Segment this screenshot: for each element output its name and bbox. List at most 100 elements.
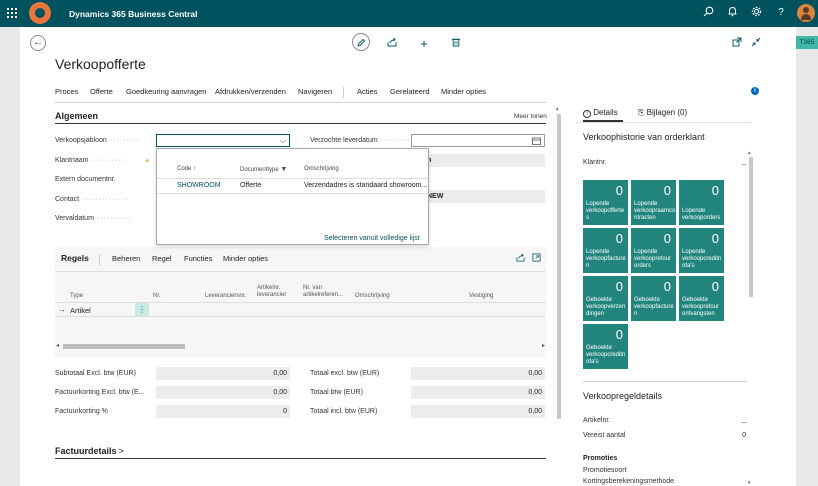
new-plus-icon[interactable]: + — [415, 35, 433, 53]
cue-lopende-retourorders[interactable]: 0 Lopende verkoopretour orders — [631, 228, 676, 273]
cue-geboekte-creditnotas[interactable]: 0 Geboekte verkoopcreditn ota's — [583, 324, 628, 369]
tab-beheren[interactable]: Beheren — [112, 254, 140, 263]
label-totaal-btw: Totaal btw (EUR) — [310, 389, 363, 396]
cue-geboekte-retourontvangsten[interactable]: 0 Geboekte verkoopretour ontvangsten — [679, 276, 724, 321]
label-subtotaal: Subtotaal Excl. btw (EUR) — [55, 370, 136, 377]
label-verzochte-leverdatum: Verzochte leverdatum ··········· — [310, 137, 418, 144]
label-verkoopsjabloon: Verkoopsjabloon ········· — [55, 137, 140, 144]
collapse-icon[interactable] — [747, 35, 765, 53]
main-vertical-scrollbar[interactable]: ▴ — [556, 106, 562, 429]
requested-delivery-date-input[interactable] — [411, 134, 545, 147]
section-underline — [55, 123, 546, 124]
scroll-left-icon: ◂ — [56, 343, 60, 349]
tab-details[interactable]: i Details — [583, 108, 618, 118]
label-vervaldatum: Vervaldatum ··········· — [55, 215, 134, 222]
search-icon[interactable] — [701, 6, 715, 20]
menu-minder-opties[interactable]: Minder opties — [441, 87, 486, 96]
delete-trash-icon[interactable] — [447, 35, 465, 53]
tab-regel[interactable]: Regel — [152, 254, 172, 263]
menu-afdrukken-verzenden[interactable]: Afdrukken/verzenden — [215, 87, 286, 96]
edit-pencil-icon[interactable] — [352, 33, 370, 51]
lines-tab-divider — [99, 254, 100, 265]
help-icon[interactable]: ? — [774, 6, 788, 20]
tab-bijlagen[interactable]: ⎘ Bijlagen (0) — [638, 108, 687, 118]
lookup-col-documenttype[interactable]: Documenttype ▼ — [240, 166, 287, 173]
company-logo-icon — [29, 2, 51, 24]
share-lines-icon[interactable] — [516, 253, 525, 264]
factbox-scroll-up-icon: ▴ — [748, 150, 751, 156]
gear-icon[interactable] — [749, 6, 763, 20]
col-artikelreferentie[interactable]: Nr. van artikelreferen... — [303, 285, 353, 299]
show-more-link[interactable]: Meer tonen — [514, 113, 547, 120]
cue-lopende-verkoopoffertes[interactable]: 0 Lopende verkoopofferte s — [583, 180, 628, 225]
tab-regels[interactable]: Regels — [61, 253, 89, 263]
menu-navigeren[interactable]: Navigeren — [298, 87, 332, 96]
expand-lines-icon[interactable] — [532, 253, 541, 264]
menu-goedkeuring-aanvragen[interactable]: Goedkeuring aanvragen — [126, 87, 206, 96]
col-vestiging[interactable]: Vestiging — [469, 293, 493, 300]
menu-proces[interactable]: Proces — [55, 87, 78, 96]
invoice-discount-pct-value[interactable]: 0 — [156, 405, 290, 418]
back-arrow-icon[interactable]: ← — [30, 35, 46, 51]
item-no-value[interactable]: _ — [742, 416, 746, 423]
template-dropdown[interactable]: ⌵ — [156, 134, 290, 147]
label-kortingsberekeningsmethode: Kortingsberekeningsmethode — [583, 478, 675, 485]
factbox-section-divider — [583, 381, 747, 382]
scroll-thumb[interactable] — [63, 344, 185, 349]
cue-lopende-verkoopfacturen[interactable]: 0 Lopende verkoopfacture n — [583, 228, 628, 273]
menu-offerte[interactable]: Offerte — [90, 87, 113, 96]
label-totaal-incl: Totaal incl. btw (EUR) — [310, 408, 378, 415]
row-more-icon[interactable]: ⋮ — [135, 303, 149, 316]
total-incl-value: 0,00 — [411, 405, 545, 418]
customer-no-value[interactable]: _ — [742, 158, 746, 165]
notification-bell-icon[interactable] — [725, 6, 739, 20]
page-card: ← + Verkoopofferte Proces Offerte Goedke… — [20, 27, 796, 486]
user-avatar[interactable] — [797, 4, 815, 22]
section-underline — [55, 458, 546, 459]
open-new-window-icon[interactable] — [728, 35, 746, 53]
tab-functies[interactable]: Functies — [184, 254, 212, 263]
line-type-cell[interactable]: Artikel — [70, 306, 91, 315]
col-leveranciersnr[interactable]: Leveranciersnr. — [205, 293, 246, 300]
section-factuurdetails[interactable]: Factuurdetails > — [55, 446, 124, 456]
history-title: Verkoophistorie van orderklant — [583, 132, 705, 142]
col-omschrijving[interactable]: Omschrijving — [355, 293, 390, 300]
chevron-right-icon: > — [118, 446, 124, 456]
lookup-col-code[interactable]: Code ↑ — [177, 166, 196, 172]
lookup-col-omschrijving[interactable]: Omschrijving — [304, 166, 339, 172]
page-title: Verkoopofferte — [55, 56, 146, 72]
label-klantnr: Klantnr. — [583, 159, 607, 166]
environment-badge: T365 — [796, 36, 818, 49]
app-launcher-icon[interactable] — [7, 8, 17, 18]
factbox-scroll-down-icon: ▾ — [748, 480, 751, 486]
label-totaal-excl: Totaal excl. btw (EUR) — [310, 370, 380, 377]
cue-lopende-verkooporders[interactable]: 0 Lopende verkooporders — [679, 180, 724, 225]
cue-lopende-creditnotas[interactable]: 0 Lopende verkoopcreditn ota's — [679, 228, 724, 273]
row-divider — [55, 316, 546, 317]
subtotal-value: 0,00 — [156, 367, 290, 380]
invoice-discount-value[interactable]: 0,00 — [156, 386, 290, 399]
vertical-scroll-thumb[interactable] — [557, 114, 561, 419]
menu-gerelateerd[interactable]: Gerelateerd — [390, 87, 430, 96]
cue-lopende-raamcontracten[interactable]: 0 Lopende verkoopraamco ntracten — [631, 180, 676, 225]
info-icon[interactable]: i — [751, 87, 759, 95]
cue-geboekte-facturen[interactable]: 0 Geboekte verkoopfacture n — [631, 276, 676, 321]
lookup-divider — [157, 178, 428, 179]
share-icon[interactable] — [383, 35, 401, 53]
factbox-scrollbar[interactable]: ▴ ▾ — [748, 150, 754, 486]
menu-acties[interactable]: Acties — [357, 87, 377, 96]
col-artikelnr-leverancier[interactable]: Artikelnr. leverancier — [257, 285, 297, 299]
section-algemeen[interactable]: Algemeen — [55, 111, 98, 121]
select-from-full-list-link[interactable]: Selecteren vanuit volledige lijst — [324, 235, 420, 242]
lookup-code-cell[interactable]: SHOWROOM — [177, 182, 221, 189]
factbox-scroll-thumb[interactable] — [749, 157, 753, 297]
col-type[interactable]: Type — [70, 293, 83, 300]
tab-minder-opties[interactable]: Minder opties — [223, 254, 268, 263]
cue-geboekte-verzendingen[interactable]: 0 Geboekte verkoopverzen dingen — [583, 276, 628, 321]
lookup-desc-cell[interactable]: Verzendadres is standaard showroom... — [304, 182, 427, 189]
lookup-doctype-cell[interactable]: Offerte — [240, 182, 261, 189]
col-nr[interactable]: Nr. — [153, 293, 161, 300]
lookup-row-divider — [157, 193, 428, 194]
horizontal-scrollbar[interactable]: ◂ ▸ — [55, 343, 546, 350]
header-divider — [55, 302, 546, 303]
